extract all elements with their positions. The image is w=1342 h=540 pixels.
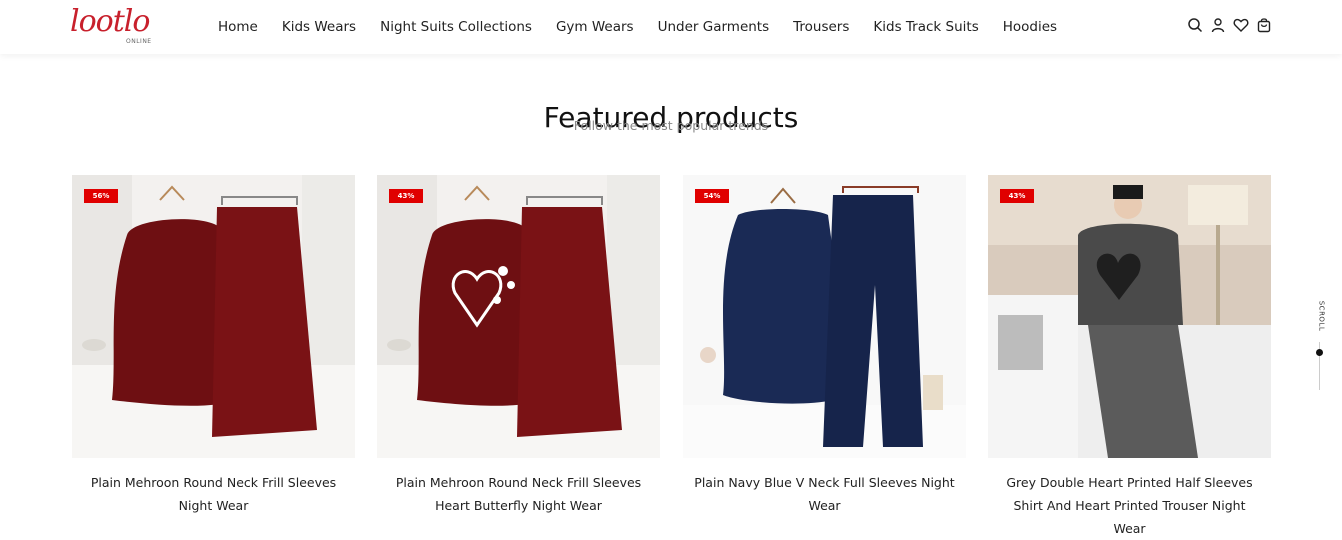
search-icon[interactable] xyxy=(1187,17,1203,33)
discount-badge: 43% xyxy=(389,189,423,203)
product-card[interactable]: 54% Plain Navy Blue V Neck Full Sleeves … xyxy=(683,175,966,517)
product-card[interactable]: 56% Plain Mehroon Round Neck Frill Sleev… xyxy=(72,175,355,517)
product-image[interactable]: 43% xyxy=(377,175,660,458)
user-icon[interactable] xyxy=(1210,17,1226,33)
main-nav: Home Kids Wears Night Suits Collections … xyxy=(206,0,1069,54)
nav-item-hoodies[interactable]: Hoodies xyxy=(1003,19,1057,35)
header-actions xyxy=(1187,17,1272,33)
scroll-dot xyxy=(1316,349,1323,356)
product-card[interactable]: 43% Plain Mehroon Round Neck Frill Sleev… xyxy=(377,175,660,517)
section-subtitle: Follow the most popular trends xyxy=(573,118,769,133)
nav-item-under-garments[interactable]: Under Garments xyxy=(658,19,770,35)
product-name[interactable]: Plain Navy Blue V Neck Full Sleeves Nigh… xyxy=(683,471,966,517)
product-image[interactable]: 56% xyxy=(72,175,355,458)
nav-item-trousers[interactable]: Trousers xyxy=(793,19,849,35)
product-image[interactable]: 54% xyxy=(683,175,966,458)
discount-badge: 56% xyxy=(84,189,118,203)
site-header: lootlo ONLINE Home Kids Wears Night Suit… xyxy=(0,0,1342,54)
product-card[interactable]: 43% Grey Double Heart Printed Half Sleev… xyxy=(988,175,1271,540)
site-logo[interactable]: lootlo ONLINE xyxy=(70,4,182,48)
cart-icon[interactable] xyxy=(1256,17,1272,33)
logo-subtext: ONLINE xyxy=(126,38,152,45)
product-name[interactable]: Grey Double Heart Printed Half Sleeves S… xyxy=(988,471,1271,540)
product-name[interactable]: Plain Mehroon Round Neck Frill Sleeves H… xyxy=(377,471,660,517)
scroll-label: SCROLL xyxy=(1317,300,1326,332)
nav-item-kids-wears[interactable]: Kids Wears xyxy=(282,19,356,35)
nav-item-night-suits[interactable]: Night Suits Collections xyxy=(380,19,532,35)
discount-badge: 54% xyxy=(695,189,729,203)
product-name[interactable]: Plain Mehroon Round Neck Frill Sleeves N… xyxy=(72,471,355,517)
logo-text: lootlo xyxy=(70,4,150,39)
nav-item-kids-track-suits[interactable]: Kids Track Suits xyxy=(873,19,978,35)
heart-icon[interactable] xyxy=(1233,17,1249,33)
nav-item-gym-wears[interactable]: Gym Wears xyxy=(556,19,634,35)
nav-item-home[interactable]: Home xyxy=(218,19,258,35)
discount-badge: 43% xyxy=(1000,189,1034,203)
scroll-indicator[interactable]: SCROLL xyxy=(1312,300,1328,392)
product-image[interactable]: 43% xyxy=(988,175,1271,458)
